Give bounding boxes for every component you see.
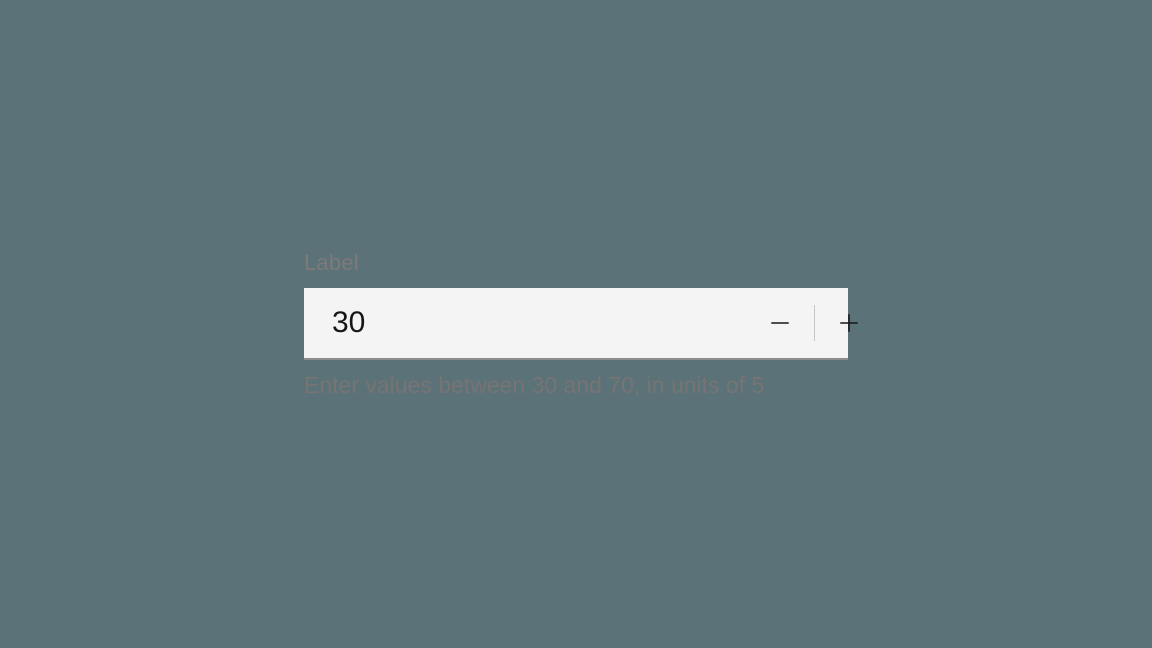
decrement-button[interactable] [746,288,814,358]
stepper-label: Label [304,250,848,276]
number-stepper: Label Enter values between 30 and 70, in… [304,250,848,399]
plus-icon [839,313,859,333]
increment-button[interactable] [815,288,883,358]
stepper-input-row [304,288,848,360]
stepper-value-input[interactable] [304,288,746,358]
minus-icon [770,313,790,333]
stepper-controls [746,288,891,358]
stepper-helper-text: Enter values between 30 and 70, in units… [304,372,848,399]
